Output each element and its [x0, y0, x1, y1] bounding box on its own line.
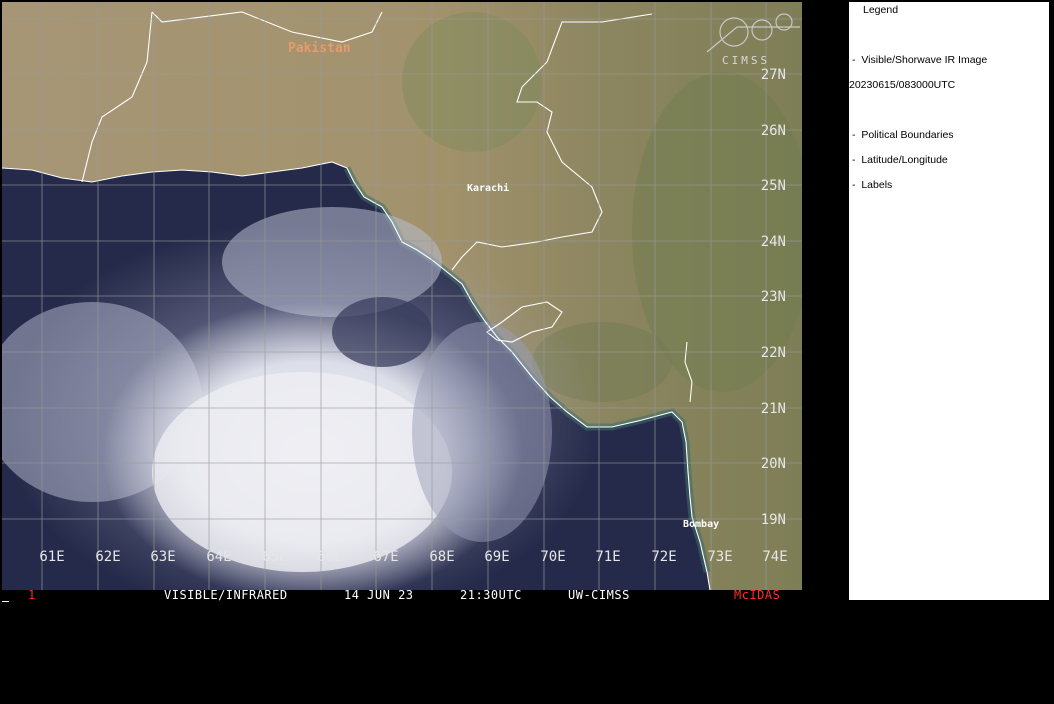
lon-label: 72E — [651, 549, 676, 565]
legend-item-latlon[interactable]: - Latitude/Longitude — [852, 154, 948, 166]
image-source: UW-CIMSS — [568, 588, 630, 602]
image-date: 14 JUN 23 — [344, 588, 414, 602]
lat-label: 22N — [761, 345, 786, 361]
lon-label: 71E — [595, 549, 620, 565]
lon-label: 68E — [429, 549, 454, 565]
lat-label: 23N — [761, 289, 786, 305]
status-bar: 1 VISIBLE/INFRARED 14 JUN 23 21:30UTC UW… — [2, 588, 802, 604]
legend-bullet: - — [852, 179, 862, 191]
legend-panel: Legend - Visible/Shorwave IR Image 20230… — [849, 2, 1049, 600]
legend-item-labels[interactable]: - Labels — [852, 179, 892, 191]
lon-label: 69E — [484, 549, 509, 565]
lat-label: 19N — [761, 512, 786, 528]
image-time: 21:30UTC — [460, 588, 522, 602]
latitude-labels: 27N 26N 25N 24N 23N 22N 21N 20N 19N — [761, 67, 786, 528]
legend-timestamp: 20230615/083000UTC — [849, 79, 956, 91]
lon-label: 63E — [150, 549, 175, 565]
lon-label: 74E — [762, 549, 787, 565]
cursor-marker — [2, 601, 9, 602]
lon-label: 62E — [95, 549, 120, 565]
lon-label: 73E — [707, 549, 732, 565]
product-name: VISIBLE/INFRARED — [164, 588, 288, 602]
vegetation-indus — [402, 12, 542, 152]
cloud-arc-north — [222, 207, 442, 317]
cloud-core-bright — [152, 372, 452, 572]
legend-bullet: - — [852, 129, 862, 141]
legend-item-political-boundaries[interactable]: - Political Boundaries — [852, 129, 954, 141]
lat-label: 20N — [761, 456, 786, 472]
cyclone-eye-region — [332, 297, 432, 367]
lon-label: 61E — [39, 549, 64, 565]
legend-item-label: Latitude/Longitude — [861, 154, 948, 166]
legend-item-visible-ir[interactable]: - Visible/Shorwave IR Image — [852, 54, 987, 66]
legend-bullet: - — [852, 54, 862, 66]
legend-item-label: Political Boundaries — [861, 129, 954, 141]
satellite-map[interactable]: CIMSS Pakistan Karachi Bombay 27N 26N 25… — [2, 2, 802, 590]
software-name: McIDAS — [734, 588, 781, 602]
legend-title: Legend — [863, 4, 899, 16]
label-pakistan: Pakistan — [288, 41, 351, 56]
lat-label: 27N — [761, 67, 786, 83]
legend-item-label: Visible/Shorwave IR Image — [861, 54, 988, 66]
legend-bullet: - — [852, 154, 862, 166]
lon-label: 66E — [317, 549, 342, 565]
legend-item-label: Labels — [861, 179, 893, 191]
label-bombay: Bombay — [683, 519, 719, 530]
viewer-frame: CIMSS Pakistan Karachi Bombay 27N 26N 25… — [0, 0, 1054, 704]
lat-label: 24N — [761, 234, 786, 250]
lat-label: 21N — [761, 401, 786, 417]
lat-label: 25N — [761, 178, 786, 194]
lon-label: 70E — [540, 549, 565, 565]
label-karachi: Karachi — [467, 182, 509, 194]
lat-label: 26N — [761, 123, 786, 139]
frame-number: 1 — [28, 588, 36, 602]
lon-label: 64E — [206, 549, 231, 565]
cloud-outflow-east — [412, 322, 552, 542]
bottom-pane — [2, 604, 1052, 702]
cimss-logo-text: CIMSS — [722, 54, 770, 67]
lon-label: 65E — [262, 549, 287, 565]
lon-label: 67E — [373, 549, 398, 565]
